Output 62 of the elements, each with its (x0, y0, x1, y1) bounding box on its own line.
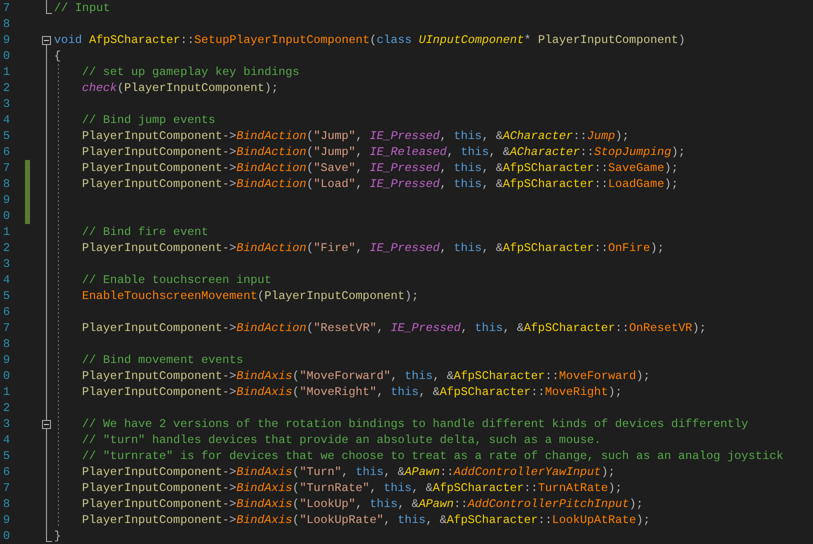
code-line: // Bind movement events (82, 352, 244, 368)
line-number: 8 (2, 496, 10, 512)
collapse-icon[interactable] (42, 36, 51, 44)
code-line: // "turnrate" is for devices that we choose to treat as a rate of change, such as an analog joystick (82, 448, 784, 464)
code-line: void AfpSCharacter::SetupPlayerInputComponent(class UInputComponent* PlayerInputComponent) (54, 32, 686, 48)
code-line: PlayerInputComponent->BindAction("Jump", IE_Released, this, &ACharacter::StopJumping); (82, 144, 686, 160)
line-number: 9 (2, 352, 10, 368)
line-number: 7 (2, 480, 10, 496)
line-number: 0 (2, 208, 10, 224)
line-number: 9 (2, 192, 10, 208)
line-number: 9 (2, 512, 10, 528)
collapse-icon[interactable] (42, 420, 51, 428)
code-line: PlayerInputComponent->BindAxis("LookUp", this, &APawn::AddControllerPitchInput); (82, 496, 644, 512)
line-number: 6 (2, 464, 10, 480)
code-line: // Input (54, 0, 110, 16)
line-number: 9 (2, 32, 10, 48)
line-number: 4 (2, 272, 10, 288)
line-number: 8 (2, 336, 10, 352)
code-line: PlayerInputComponent->BindAction("Save", IE_Pressed, this, &AfpSCharacter::SaveGame); (82, 160, 678, 176)
line-number: 3 (2, 256, 10, 272)
code-line: PlayerInputComponent->BindAxis("MoveRight", this, &AfpSCharacter::MoveRight); (82, 384, 622, 400)
line-number: 3 (2, 416, 10, 432)
line-number: 2 (2, 400, 10, 416)
code-line: PlayerInputComponent->BindAxis("Turn", this, &APawn::AddControllerYawInput); (82, 464, 616, 480)
line-number: 8 (2, 176, 10, 192)
code-line: { (54, 48, 62, 64)
line-number: 5 (2, 448, 10, 464)
code-line: check(PlayerInputComponent); (82, 80, 278, 96)
code-line: PlayerInputComponent->BindAxis("MoveForward", this, &AfpSCharacter::MoveForward); (82, 368, 650, 384)
code-line: // "turn" handles devices that provide an absolute delta, such as a mouse. (82, 432, 602, 448)
line-number: 6 (2, 304, 10, 320)
line-number: 1 (2, 224, 10, 240)
code-line: PlayerInputComponent->BindAction("Fire", IE_Pressed, this, &AfpSCharacter::OnFire); (82, 240, 664, 256)
code-line: // set up gameplay key bindings (82, 64, 300, 80)
line-number: 4 (2, 432, 10, 448)
line-number: 7 (2, 0, 10, 16)
code-line: PlayerInputComponent->BindAxis("TurnRate", this, &AfpSCharacter::TurnAtRate); (82, 480, 622, 496)
line-number: 5 (2, 288, 10, 304)
code-line: PlayerInputComponent->BindAction("Jump", IE_Pressed, this, &ACharacter::Jump); (82, 128, 630, 144)
line-number: 0 (2, 368, 10, 384)
code-line: PlayerInputComponent->BindAction("Load", IE_Pressed, this, &AfpSCharacter::LoadGame); (82, 176, 678, 192)
code-line: // We have 2 versions of the rotation bindings to handle different kinds of devices differently (82, 416, 748, 432)
code-line: PlayerInputComponent->BindAxis("LookUpRate", this, &AfpSCharacter::LookUpAtRate); (82, 512, 650, 528)
line-number: 5 (2, 128, 10, 144)
line-number: 2 (2, 240, 10, 256)
line-number: 2 (2, 80, 10, 96)
code-line: EnableTouchscreenMovement(PlayerInputComponent); (82, 288, 419, 304)
code-line: // Bind fire event (82, 224, 208, 240)
code-line: PlayerInputComponent->BindAction("ResetVR", IE_Pressed, this, &AfpSCharacter::OnResetVR); (82, 320, 706, 336)
line-number: 3 (2, 96, 10, 112)
line-number: 7 (2, 160, 10, 176)
line-number: 0 (2, 528, 10, 544)
code-line: // Enable touchscreen input (82, 272, 272, 288)
code-line: } (54, 528, 62, 544)
line-number: 0 (2, 48, 10, 64)
code-line: // Bind jump events (82, 112, 216, 128)
line-number: 7 (2, 320, 10, 336)
line-number: 4 (2, 112, 10, 128)
line-number: 1 (2, 384, 10, 400)
line-number: 6 (2, 144, 10, 160)
line-number: 8 (2, 16, 10, 32)
line-number: 1 (2, 64, 10, 80)
